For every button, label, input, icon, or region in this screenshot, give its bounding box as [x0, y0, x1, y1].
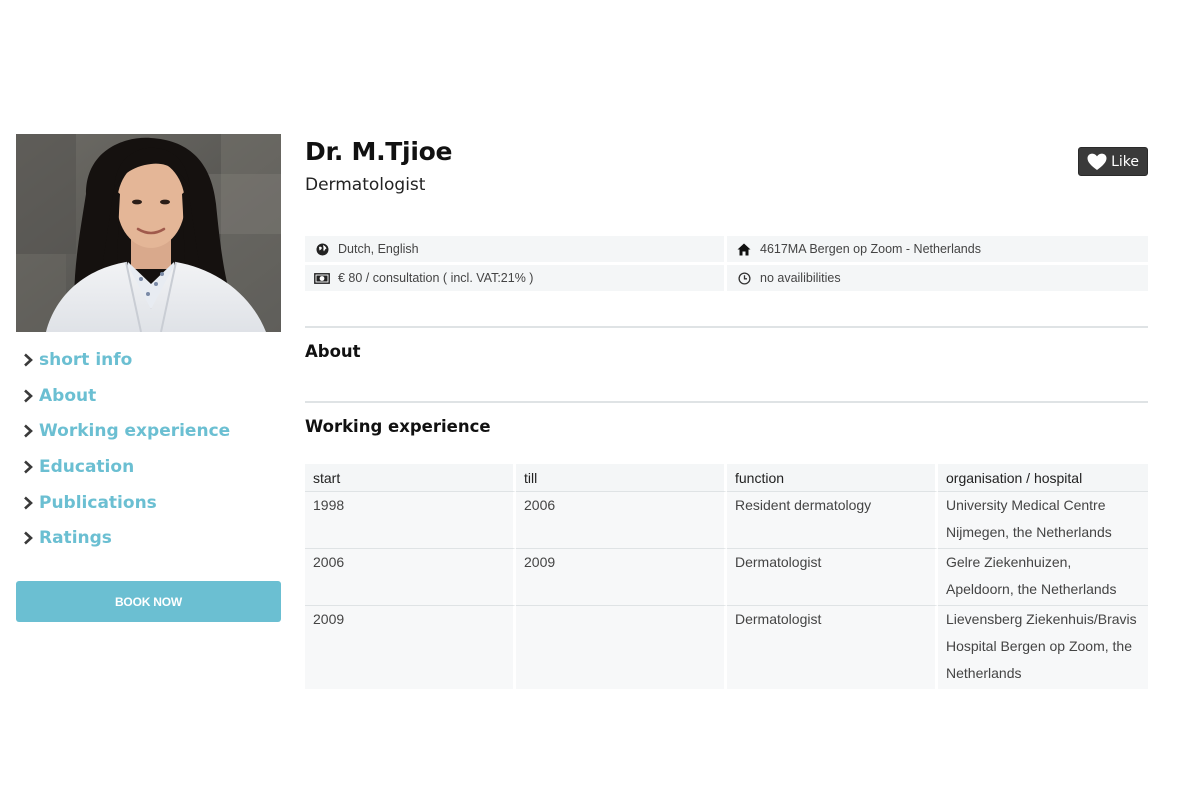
- divider: [305, 401, 1148, 403]
- sidebar-item-label: Publications: [39, 492, 157, 513]
- cell-start: 1998: [305, 492, 516, 549]
- cell-till: 2009: [516, 549, 727, 606]
- info-location-text: 4617MA Bergen op Zoom - Netherlands: [760, 242, 981, 256]
- cell-organisation: Gelre Ziekenhuizen, Apeldoorn, the Nethe…: [938, 549, 1148, 606]
- info-price-text: € 80 / consultation ( incl. VAT:21% ): [338, 271, 534, 285]
- sidebar-item-publications[interactable]: Publications: [16, 485, 281, 521]
- heart-icon: [1087, 153, 1107, 171]
- sidebar-item-label: Education: [39, 456, 135, 477]
- doctor-profile-page: short info About Working experience Educ…: [0, 0, 1200, 800]
- chevron-right-icon: [20, 459, 36, 475]
- globe-icon: [314, 242, 330, 256]
- sidebar-item-label: About: [39, 385, 97, 406]
- doctor-name: Dr. M.Tjioe: [305, 137, 453, 166]
- chevron-right-icon: [20, 495, 36, 511]
- column-header-till: till: [516, 464, 727, 492]
- cell-function: Dermatologist: [727, 549, 938, 606]
- sidebar-item-working-experience[interactable]: Working experience: [16, 413, 281, 449]
- book-now-button[interactable]: BOOK NOW: [16, 581, 281, 623]
- working-experience-heading: Working experience: [305, 417, 491, 436]
- sidebar-item-ratings[interactable]: Ratings: [16, 520, 281, 556]
- table-row: 2006 2009 Dermatologist Gelre Ziekenhuiz…: [305, 549, 1148, 606]
- doctor-specialty: Dermatologist: [305, 175, 426, 195]
- table-row: 2009 Dermatologist Lievensberg Ziekenhui…: [305, 606, 1148, 689]
- like-label: Like: [1111, 153, 1139, 170]
- cell-start: 2009: [305, 606, 516, 689]
- column-header-function: function: [727, 464, 938, 492]
- chevron-right-icon: [20, 388, 36, 404]
- cell-start: 2006: [305, 549, 516, 606]
- sidebar-item-label: Working experience: [39, 421, 231, 442]
- sidebar-item-short-info[interactable]: short info: [16, 342, 281, 378]
- info-languages: Dutch, English: [305, 236, 724, 262]
- table-header-row: start till function organisation / hospi…: [305, 464, 1148, 492]
- doctor-photo: [16, 134, 281, 332]
- working-experience-table: start till function organisation / hospi…: [305, 464, 1148, 689]
- column-header-organisation: organisation / hospital: [938, 464, 1148, 492]
- column-header-start: start: [305, 464, 516, 492]
- cell-organisation: Lievensberg Ziekenhuis/Bravis Hospital B…: [938, 606, 1148, 689]
- sidebar-item-about[interactable]: About: [16, 378, 281, 414]
- chevron-right-icon: [20, 352, 36, 368]
- info-availability-text: no availibilities: [760, 271, 841, 285]
- about-heading: About: [305, 342, 361, 361]
- chevron-right-icon: [20, 530, 36, 546]
- cell-till: [516, 606, 727, 689]
- table-row: 1998 2006 Resident dermatology Universit…: [305, 492, 1148, 549]
- chevron-right-icon: [20, 423, 36, 439]
- home-icon: [736, 242, 752, 256]
- main-content: Dr. M.Tjioe Dermatologist Like Dutch, En…: [305, 134, 1148, 689]
- info-price: € 80 / consultation ( incl. VAT:21% ): [305, 265, 724, 291]
- clock-icon: [736, 271, 752, 285]
- sidebar-item-label: Ratings: [39, 528, 112, 549]
- info-location: 4617MA Bergen op Zoom - Netherlands: [727, 236, 1148, 262]
- sidebar-item-label: short info: [39, 349, 133, 370]
- cell-till: 2006: [516, 492, 727, 549]
- money-icon: [314, 271, 330, 285]
- sidebar-nav: short info About Working experience Educ…: [16, 342, 281, 556]
- info-availability: no availibilities: [727, 265, 1148, 291]
- cell-function: Resident dermatology: [727, 492, 938, 549]
- info-grid: Dutch, English 4617MA Bergen op Zoom - N…: [305, 236, 1148, 291]
- sidebar: short info About Working experience Educ…: [16, 134, 281, 623]
- info-languages-text: Dutch, English: [338, 242, 419, 256]
- divider: [305, 326, 1148, 328]
- cell-function: Dermatologist: [727, 606, 938, 689]
- cell-organisation: University Medical Centre Nijmegen, the …: [938, 492, 1148, 549]
- sidebar-item-education[interactable]: Education: [16, 449, 281, 485]
- like-button[interactable]: Like: [1078, 147, 1148, 176]
